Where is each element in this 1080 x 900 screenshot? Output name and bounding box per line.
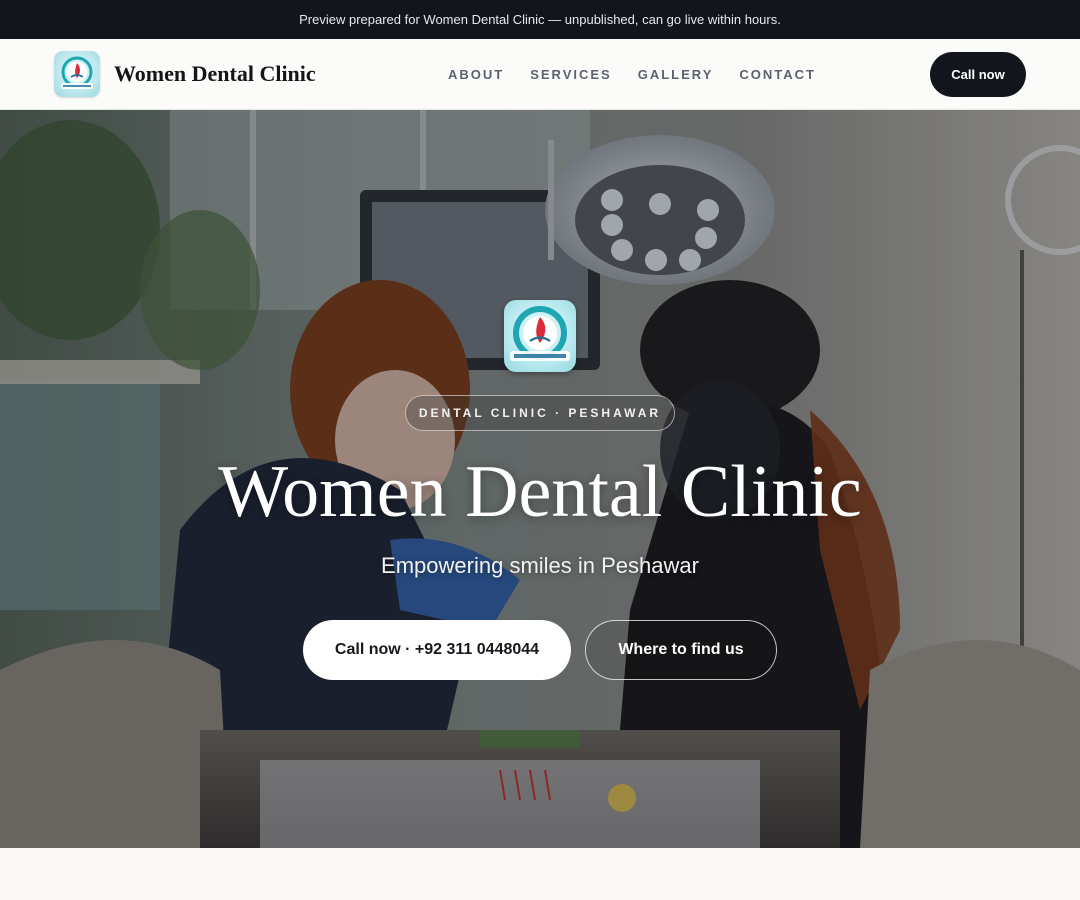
- location-tag: DENTAL CLINIC · PESHAWAR: [405, 395, 675, 431]
- preview-banner-text: Preview prepared for Women Dental Clinic…: [299, 12, 781, 27]
- nav-services[interactable]: SERVICES: [530, 67, 612, 82]
- header-call-button[interactable]: Call now: [930, 52, 1026, 97]
- hero-title: Women Dental Clinic: [218, 451, 862, 533]
- hero-call-button[interactable]: Call now · +92 311 0448044: [303, 620, 571, 680]
- hero-logo-icon: [504, 300, 576, 372]
- clinic-logo-icon: [54, 51, 100, 97]
- find-us-button[interactable]: Where to find us: [585, 620, 777, 680]
- brand-name: Women Dental Clinic: [114, 61, 316, 86]
- preview-banner: Preview prepared for Women Dental Clinic…: [0, 0, 1080, 39]
- hero-subtitle: Empowering smiles in Peshawar: [381, 553, 699, 578]
- site-header: Women Dental Clinic ABOUT SERVICES GALLE…: [0, 39, 1080, 110]
- main-nav: ABOUT SERVICES GALLERY CONTACT: [448, 39, 816, 109]
- nav-contact[interactable]: CONTACT: [739, 67, 816, 82]
- brand[interactable]: Women Dental Clinic: [54, 51, 316, 97]
- nav-gallery[interactable]: GALLERY: [638, 67, 714, 82]
- hero-section: DENTAL CLINIC · PESHAWAR Women Dental Cl…: [0, 110, 1080, 848]
- nav-about[interactable]: ABOUT: [448, 67, 504, 82]
